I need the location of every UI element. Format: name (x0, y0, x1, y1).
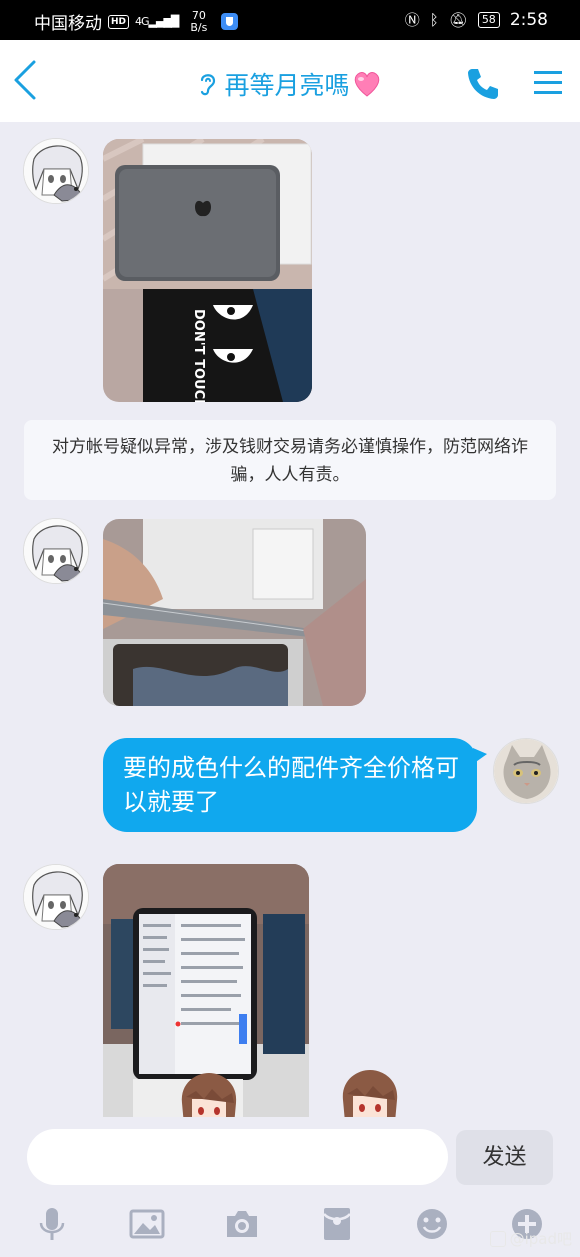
image-message-2[interactable] (103, 519, 366, 706)
clock: 2:58 (509, 9, 548, 30)
mic-icon[interactable] (33, 1205, 71, 1243)
contact-avatar[interactable] (23, 138, 89, 204)
anime-avatar-icon (24, 519, 88, 583)
status-right: Ⓝ ᛒ 🔕︎ 58 2:58 (405, 9, 548, 30)
status-bar: 中国移动 HD 4G▂▄▆█ 70 B/s Ⓝ ᛒ 🔕︎ 58 2:58 (0, 0, 580, 40)
weibo-logo-icon (489, 1230, 506, 1247)
anime-avatar-icon (24, 139, 88, 203)
watermark-text: @ipad吧 (509, 1230, 572, 1248)
image-message-1[interactable]: DON'T TOUCH ME (103, 139, 312, 402)
chat-header: 再等月亮嗎 (0, 40, 580, 122)
message-text: 要的成色什么的配件齐全价格可以就要了 (123, 754, 459, 816)
network-speed: 70 B/s (190, 8, 208, 34)
mute-bell-icon: 🔕︎ (448, 10, 468, 29)
photo-ipad-edge (103, 519, 366, 706)
cat-avatar-icon (494, 739, 558, 803)
anime-avatar-icon (24, 865, 88, 929)
contact-avatar[interactable] (23, 518, 89, 584)
speed-value: 70 (191, 8, 206, 22)
camera-icon[interactable] (223, 1205, 261, 1243)
chibi-sticker-icon (342, 1070, 398, 1122)
ear-icon (201, 74, 216, 96)
shield-icon (221, 13, 239, 30)
menu-icon[interactable] (532, 68, 564, 98)
signal-icon: 4G▂▄▆█ (135, 15, 179, 28)
text-message-bubble[interactable]: 要的成色什么的配件齐全价格可以就要了 (103, 738, 487, 832)
red-packet-icon[interactable] (318, 1205, 356, 1243)
image-icon[interactable] (128, 1205, 166, 1243)
emoji-icon[interactable] (413, 1205, 451, 1243)
status-left: 中国移动 HD 4G▂▄▆█ 70 B/s (34, 8, 239, 34)
security-notice: 对方帐号疑似异常，涉及钱财交易请务必谨慎操作，防范网络诈骗，人人有责。 (24, 420, 556, 500)
heart-emoji-icon (354, 72, 379, 97)
speed-unit: B/s (190, 20, 208, 34)
contact-name: 再等月亮嗎 (224, 71, 350, 100)
nfc-icon: Ⓝ (404, 11, 420, 29)
battery-icon: 58 (477, 11, 500, 28)
cover-text: DON'T TOUCH ME (191, 309, 206, 402)
carrier-label: 中国移动 (34, 14, 102, 34)
phone-icon[interactable] (465, 66, 501, 102)
send-button[interactable]: 发送 (456, 1130, 553, 1185)
my-avatar[interactable] (493, 738, 559, 804)
bluetooth-icon: ᛒ (429, 10, 439, 29)
watermark: @ipad吧 (489, 1228, 572, 1249)
hd-badge: HD (108, 14, 130, 29)
contact-avatar[interactable] (23, 864, 89, 930)
input-area: 发送 @ipad吧 (0, 1117, 580, 1257)
network-type: 4G (135, 15, 149, 28)
photo-ipad-box: DON'T TOUCH ME (103, 139, 312, 402)
message-input[interactable] (27, 1129, 448, 1185)
